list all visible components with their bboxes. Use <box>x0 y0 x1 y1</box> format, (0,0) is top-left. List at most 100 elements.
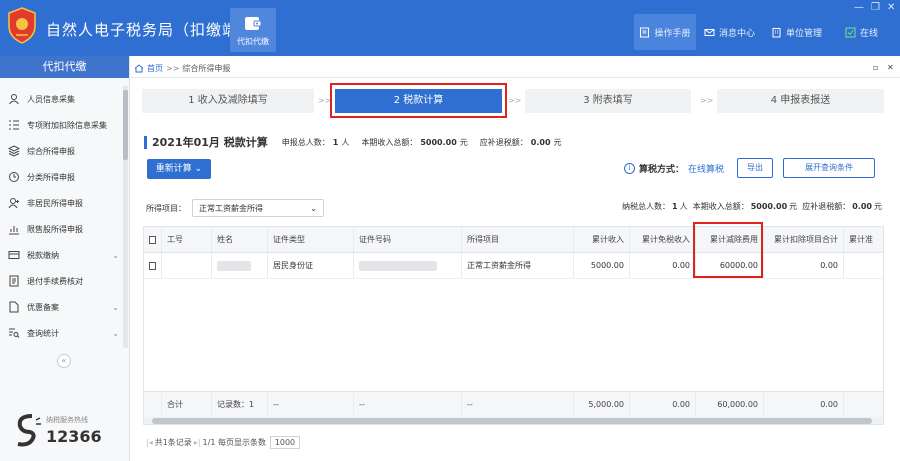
sidebar-item-label: 专项附加扣除信息采集 <box>27 120 107 130</box>
sidebar-item-label: 查询统计 <box>27 328 59 338</box>
breadcrumb-separator: >> <box>166 64 180 73</box>
highlight-box-step <box>330 83 507 118</box>
step-schedule-fill[interactable]: 3 附表填写 <box>525 89 691 113</box>
cell-id-type: 居民身份证 <box>268 253 354 278</box>
sidebar-item-label: 税款缴纳 <box>27 250 59 260</box>
module-tile-withholding[interactable]: 代扣代缴 <box>230 8 276 52</box>
chart-icon <box>9 226 19 235</box>
col-header[interactable]: 累计准 <box>844 227 883 252</box>
cell-income-item: 正常工资薪金所得 <box>462 253 574 278</box>
col-header[interactable]: 工号 <box>162 227 212 252</box>
cell-cum-deduct-total: 0.00 <box>764 253 844 278</box>
filter-label: 所得项目： <box>146 203 186 213</box>
row-checkbox[interactable] <box>149 261 156 270</box>
calc-mode-link[interactable]: 在线算税 <box>688 162 724 175</box>
breadcrumb-current: 综合所得申报 <box>182 64 231 73</box>
tab-restore-icon[interactable]: ▫ <box>873 63 878 72</box>
sidebar-item-tax-payment[interactable]: 税款缴纳 ⌄ <box>0 242 123 268</box>
summary-title: 2021年01月 税款计算 <box>152 136 268 149</box>
col-header[interactable]: 累计收入 <box>574 227 630 252</box>
menu-operation-manual[interactable]: 操作手册 <box>634 14 696 50</box>
menu-message-center[interactable]: 消息中心 <box>704 14 755 50</box>
hotline-block: 纳税服务热线 12366 <box>14 412 124 452</box>
prev-page-icon[interactable]: |◂ <box>146 438 153 447</box>
close-window-icon[interactable]: ✕ <box>887 2 895 13</box>
footer-total-label: 合计 <box>162 392 212 417</box>
recalculate-button[interactable]: 重新计算 ⌄ <box>147 159 211 179</box>
calc-mode: i 算税方式： 在线算税 <box>624 162 724 175</box>
col-header[interactable]: 证件号码 <box>354 227 462 252</box>
col-header[interactable]: 累计免税收入 <box>630 227 696 252</box>
page-nav-icon[interactable]: ▸| <box>194 438 201 447</box>
sidebar-collapse-button[interactable]: « <box>57 354 71 368</box>
col-header[interactable]: 累计扣除项目合计 <box>764 227 844 252</box>
currency-unit: 元 <box>553 137 562 147</box>
filter-row: 所得项目： 正常工资薪金所得 ⌄ <box>146 199 324 217</box>
export-button[interactable]: 导出 <box>737 158 773 178</box>
sidebar-item-label: 限售股所得申报 <box>27 224 83 234</box>
page-size-input[interactable]: 1000 <box>269 436 300 449</box>
sidebar-item-refund-fee[interactable]: 退付手续费核对 <box>0 268 123 294</box>
sidebar-item-personnel[interactable]: 人员信息采集 <box>0 86 123 112</box>
declare-count: 1 <box>332 137 339 147</box>
sidebar-item-query-stats[interactable]: 查询统计 ⌄ <box>0 320 123 346</box>
pager-page: 1/1 <box>202 438 216 447</box>
expand-filters-button[interactable]: 展开查询条件 <box>783 158 875 178</box>
cell-cum-tax-free: 0.00 <box>630 253 696 278</box>
select-all-checkbox[interactable] <box>149 235 156 244</box>
step-income-deduction[interactable]: 1 收入及减除填写 <box>142 89 314 113</box>
table-row[interactable]: 居民身份证 正常工资薪金所得 5000.00 0.00 60000.00 0.0… <box>144 253 883 279</box>
declare-count-label: 申报总人数： <box>281 137 330 147</box>
restore-icon[interactable]: ❐ <box>871 2 880 13</box>
chevron-down-icon: ⌄ <box>112 250 119 260</box>
breadcrumb-bar: 首页 >> 综合所得申报 ▫ ✕ <box>131 60 900 78</box>
sidebar-item-label: 综合所得申报 <box>27 146 75 156</box>
sidebar-item-comprehensive-income[interactable]: 综合所得申报 <box>0 138 123 164</box>
breadcrumb-home[interactable]: 首页 <box>147 63 163 74</box>
table-horizontal-scrollbar[interactable] <box>144 417 883 424</box>
sidebar-item-restricted-shares[interactable]: 限售股所得申报 <box>0 216 123 242</box>
income-value: 5000.00 <box>420 137 457 147</box>
footer-cum-deduction: 60,000.00 <box>696 392 764 417</box>
tab-close-icon[interactable]: ✕ <box>887 63 894 72</box>
hotline-logo-icon <box>17 414 41 447</box>
tax-emblem-icon <box>8 7 36 44</box>
list-icon <box>9 120 19 130</box>
wallet-icon <box>245 17 262 30</box>
sidebar-item-classified-income[interactable]: 分类所得申报 <box>0 164 123 190</box>
sidebar-item-non-resident[interactable]: 非居民所得申报 <box>0 190 123 216</box>
col-header[interactable]: 证件类型 <box>268 227 354 252</box>
manual-icon <box>640 27 650 37</box>
footer-cum-tax-free: 0.00 <box>630 392 696 417</box>
step-submit-declaration[interactable]: 4 申报表报送 <box>717 89 884 113</box>
sidebar-scrollbar[interactable] <box>123 86 128 348</box>
sidebar-item-special-deduction[interactable]: 专项附加扣除信息采集 <box>0 112 123 138</box>
currency-unit: 元 <box>459 137 468 147</box>
menu-online-status[interactable]: 在线 <box>845 14 878 50</box>
footer-dash: -- <box>354 392 462 417</box>
redacted-name <box>217 260 251 271</box>
envelope-icon <box>704 28 715 36</box>
menu-unit-label: 单位管理 <box>786 28 823 39</box>
pager-size-label: 每页显示条数 <box>217 438 266 447</box>
minimize-icon[interactable]: — <box>854 2 864 13</box>
col-header[interactable]: 所得项目 <box>462 227 574 252</box>
module-tile-label: 代扣代缴 <box>237 37 269 46</box>
chevron-down-icon: ⌄ <box>112 328 119 338</box>
building-icon <box>772 27 781 37</box>
footer-cum-income: 5,000.00 <box>574 392 630 417</box>
sidebar-menu: 人员信息采集 专项附加扣除信息采集 综合所得申报 分类所得申报 非居民所得申报 … <box>0 86 123 346</box>
menu-unit-management[interactable]: 单位管理 <box>771 14 822 50</box>
income-item-select-value: 正常工资薪金所得 <box>199 203 263 213</box>
layers-icon <box>8 145 20 157</box>
breadcrumb: 首页 >> 综合所得申报 <box>134 63 230 74</box>
footer-dash: -- <box>268 392 354 417</box>
top-bar: 自然人电子税务局（扣缴端） 代扣代缴 — ❐ ✕ 操作手册 消息中心 单位管理 … <box>0 0 900 56</box>
online-check-icon <box>845 27 856 37</box>
income-item-select[interactable]: 正常工资薪金所得 ⌄ <box>192 199 324 217</box>
info-icon: i <box>624 163 635 174</box>
hotline-number: 12366 <box>46 427 102 446</box>
app-title: 自然人电子税务局（扣缴端） <box>46 21 255 39</box>
sidebar-item-preferential-filing[interactable]: 优惠备案 ⌄ <box>0 294 123 320</box>
col-header[interactable]: 姓名 <box>212 227 268 252</box>
